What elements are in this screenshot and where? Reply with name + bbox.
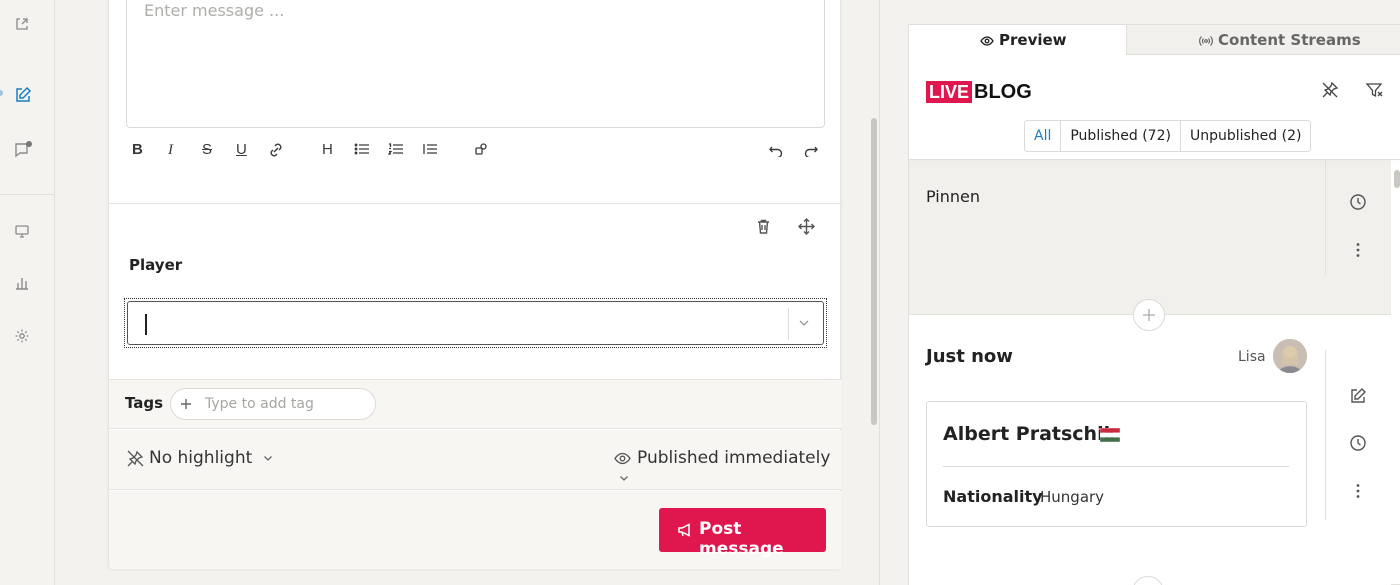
tab-content-streams-label: Content Streams [1218,31,1361,49]
display-icon[interactable] [14,223,32,241]
publish-label: Published immediately [637,448,831,468]
preview-scrollbar-thumb[interactable] [1394,170,1400,188]
more-options-icon[interactable] [1349,482,1367,500]
post-time: Just now [926,346,1013,367]
tab-preview-label: Preview [999,31,1067,49]
broadcast-icon [1199,34,1213,48]
add-post-button[interactable] [1133,299,1165,331]
header-divider [909,159,1400,160]
trash-icon[interactable] [755,218,773,236]
player-select[interactable] [127,301,824,345]
post-actions-divider [1325,350,1326,520]
move-icon[interactable] [798,218,816,236]
options-row: No highlight Published immediately [109,430,842,490]
nationality-label: Nationality [943,487,1043,506]
editor-scrollbar[interactable] [866,0,880,585]
settings-icon[interactable] [14,328,32,346]
post-author: Lisa [1238,349,1266,365]
preview-panel: Preview Content Streams LIVE BLOG All Pu… [880,0,1400,585]
live-post: Just now Lisa Albert Pratschik Nationali… [909,315,1391,585]
left-rail [0,0,55,585]
clock-icon[interactable] [1349,193,1367,211]
tags-label: Tags [125,394,164,412]
block-divider [109,203,842,204]
post-editor: Enter message ... B I S U H Player Tags … [108,0,842,569]
publish-dropdown[interactable]: Published immediately [614,448,842,488]
highlight-label: No highlight [149,448,253,468]
chevron-down-icon[interactable] [797,316,813,332]
chevron-down-icon [262,452,274,464]
strikethrough-icon[interactable]: S [202,140,212,160]
formatting-toolbar: B I S U H [126,140,825,162]
italic-icon[interactable]: I [168,140,173,160]
tags-row: Tags Type to add tag [109,379,842,429]
eye-icon [614,450,631,467]
text-caret [145,314,147,335]
tab-content-streams[interactable]: Content Streams [1126,25,1400,55]
editor-footer: Post message [109,491,842,569]
numbered-list-icon[interactable] [388,142,404,162]
underline-icon[interactable]: U [236,140,247,160]
post-button-label: Post message [699,519,784,559]
megaphone-icon [677,522,693,538]
edit-icon[interactable] [1349,387,1367,405]
avatar [1273,339,1307,373]
preview-card: Preview Content Streams LIVE BLOG All Pu… [908,24,1400,585]
message-textarea[interactable]: Enter message ... [126,0,825,128]
no-highlight-filter-icon[interactable] [1321,81,1339,99]
pinned-post: Pinnen [909,160,1391,315]
nationality-value: Hungary [1040,488,1105,506]
plus-icon [179,397,193,411]
undo-icon[interactable] [768,143,784,163]
logo-blog: BLOG [974,81,1032,103]
heading-icon[interactable]: H [322,140,333,160]
logo-live: LIVE [926,81,973,103]
filter-published[interactable]: Published (72) [1060,121,1180,151]
player-card: Albert Pratschik Nationality Hungary [926,401,1307,527]
player-name: Albert Pratschik [943,423,1117,445]
link-icon[interactable] [267,142,285,162]
no-highlight-icon [127,450,144,467]
player-select-focus-ring [124,298,827,348]
tab-preview[interactable]: Preview [909,25,1126,55]
filter-icon[interactable] [1365,81,1383,99]
analytics-icon[interactable] [14,275,32,293]
post-message-button[interactable]: Post message [659,508,826,559]
message-placeholder: Enter message ... [144,1,285,20]
player-label: Player [129,256,183,274]
comments-icon[interactable] [14,141,32,159]
eye-icon [980,34,994,48]
embed-icon[interactable] [474,141,490,161]
redo-icon[interactable] [803,143,819,163]
clock-icon[interactable] [1349,434,1367,452]
filter-all[interactable]: All [1025,121,1060,151]
preview-tabs: Preview Content Streams [909,25,1400,55]
edit-icon[interactable] [14,86,32,104]
more-options-icon[interactable] [1349,241,1367,259]
filter-unpublished[interactable]: Unpublished (2) [1179,121,1311,151]
active-indicator [0,90,3,96]
exit-icon[interactable] [14,16,32,34]
post-filter-group: All Published (72) Unpublished (2) [1024,120,1312,152]
bold-icon[interactable]: B [132,140,143,160]
select-divider [788,308,789,340]
rail-divider [0,194,54,195]
post-actions-divider [1325,160,1326,275]
scrollbar-thumb[interactable] [871,118,877,425]
chevron-down-icon [618,472,630,484]
pinned-text: Pinnen [926,187,981,206]
card-divider [943,466,1289,467]
hungary-flag-icon [1100,428,1120,442]
tag-placeholder: Type to add tag [205,396,314,412]
bullet-list-icon[interactable] [354,142,370,162]
highlight-dropdown[interactable]: No highlight [127,448,274,468]
blockquote-icon[interactable] [422,142,438,162]
tag-input[interactable]: Type to add tag [170,388,376,420]
